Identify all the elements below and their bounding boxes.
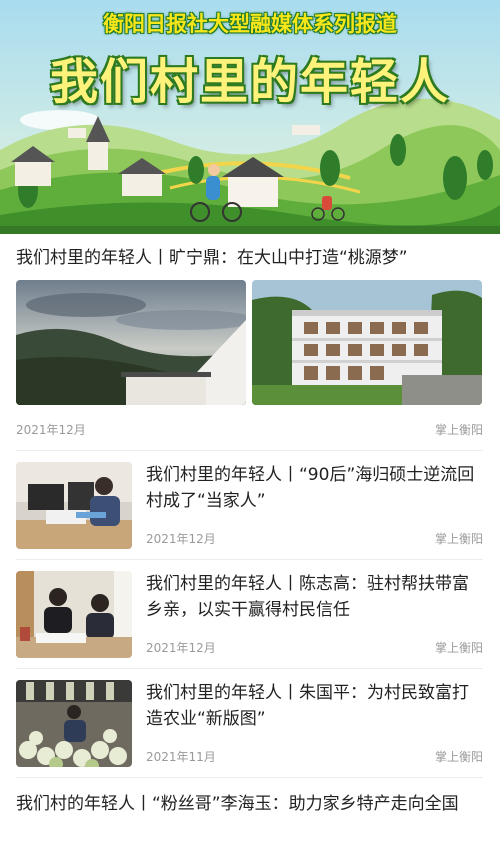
item-body: 我们村里的年轻人丨陈志高：驻村帮扶带富乡亲，以实干赢得村民信任 2021年12月… bbox=[132, 571, 483, 658]
article-title[interactable]: 我们村里的年轻人丨陈志高：驻村帮扶带富乡亲，以实干赢得村民信任 bbox=[146, 571, 483, 627]
mountain-photo[interactable] bbox=[16, 280, 246, 405]
article-meta: 2021年12月 掌上衡阳 bbox=[146, 530, 483, 549]
meeting-photo[interactable] bbox=[16, 571, 132, 658]
article-title[interactable]: 我们村里的年轻人丨朱国平：为村民致富打造农业“新版图” bbox=[146, 680, 483, 736]
featured-images bbox=[16, 280, 483, 405]
article-meta: 2021年12月 掌上衡阳 bbox=[146, 639, 483, 658]
item-body: 我们村里的年轻人丨“90后”海归硕士逆流回村成了“当家人” 2021年12月 掌… bbox=[132, 462, 483, 549]
item-body: 我们村里的年轻人丨朱国平：为村民致富打造农业“新版图” 2021年11月 掌上衡… bbox=[132, 680, 483, 767]
article-meta: 2021年11月 掌上衡阳 bbox=[146, 748, 483, 767]
office-photo[interactable] bbox=[16, 462, 132, 549]
featured-article[interactable]: 我们村里的年轻人丨旷宁鼎：在大山中打造“桃源梦” 2021年12月 掌上衡阳 bbox=[16, 234, 483, 450]
article-date: 2021年12月 bbox=[146, 641, 216, 655]
article-date: 2021年11月 bbox=[146, 750, 216, 764]
article-source: 掌上衡阳 bbox=[434, 423, 483, 437]
article-title[interactable]: 我们村的年轻人丨“粉丝哥”李海玉：助力家乡特产走向全国 bbox=[16, 791, 483, 817]
banner-kicker: 衡阳日报社大型融媒体系列报道 bbox=[103, 12, 397, 36]
list-item[interactable]: 我们村里的年轻人丨朱国平：为村民致富打造农业“新版图” 2021年11月 掌上衡… bbox=[16, 669, 483, 777]
list-item[interactable]: 我们村里的年轻人丨“90后”海归硕士逆流回村成了“当家人” 2021年12月 掌… bbox=[16, 451, 483, 559]
article-title[interactable]: 我们村里的年轻人丨旷宁鼎：在大山中打造“桃源梦” bbox=[16, 245, 483, 271]
article-source: 掌上衡阳 bbox=[434, 750, 483, 764]
harvest-photo[interactable] bbox=[16, 680, 132, 767]
article-date: 2021年12月 bbox=[16, 423, 86, 437]
article-date: 2021年12月 bbox=[146, 532, 216, 546]
article-feed: 我们村里的年轻人丨旷宁鼎：在大山中打造“桃源梦” 2021年12月 掌上衡阳 我… bbox=[0, 234, 500, 817]
list-item[interactable]: 我们村里的年轻人丨陈志高：驻村帮扶带富乡亲，以实干赢得村民信任 2021年12月… bbox=[16, 560, 483, 668]
guesthouse-photo[interactable] bbox=[252, 280, 482, 405]
article-title[interactable]: 我们村里的年轻人丨“90后”海归硕士逆流回村成了“当家人” bbox=[146, 462, 483, 518]
article-source: 掌上衡阳 bbox=[434, 532, 483, 546]
article-source: 掌上衡阳 bbox=[434, 641, 483, 655]
banner-headline: 我们村里的年轻人 bbox=[49, 54, 450, 110]
header-banner: 衡阳日报社大型融媒体系列报道 我们村里的年轻人 bbox=[0, 0, 500, 234]
article-meta: 2021年12月 掌上衡阳 bbox=[16, 421, 483, 450]
list-item[interactable]: 我们村的年轻人丨“粉丝哥”李海玉：助力家乡特产走向全国 bbox=[16, 778, 483, 817]
